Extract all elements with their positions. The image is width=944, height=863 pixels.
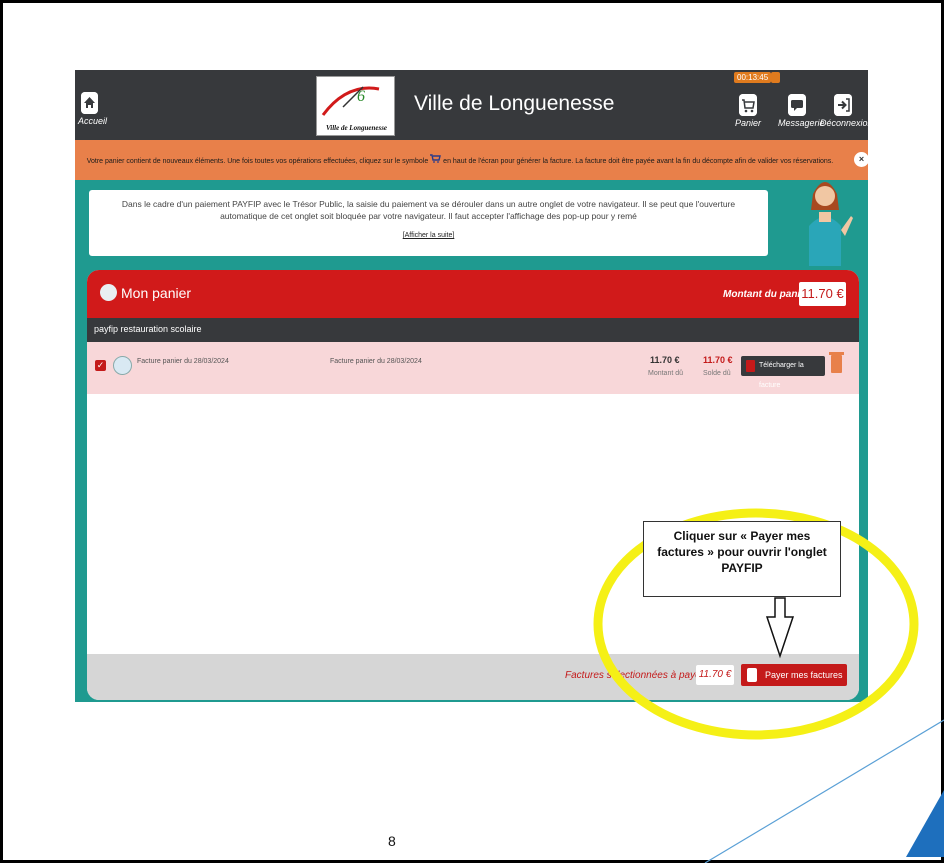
instruction-callout: Cliquer sur « Payer mes factures » pour … — [643, 521, 841, 597]
page-number: 8 — [388, 833, 396, 849]
callout-line-3: PAYFIP — [721, 561, 763, 575]
down-arrow-icon — [765, 597, 795, 659]
callout-line-1: Cliquer sur « Payer mes — [673, 529, 811, 543]
callout-line-2: factures » pour ouvrir l'onglet — [657, 545, 827, 559]
annotation-layer — [593, 508, 919, 740]
